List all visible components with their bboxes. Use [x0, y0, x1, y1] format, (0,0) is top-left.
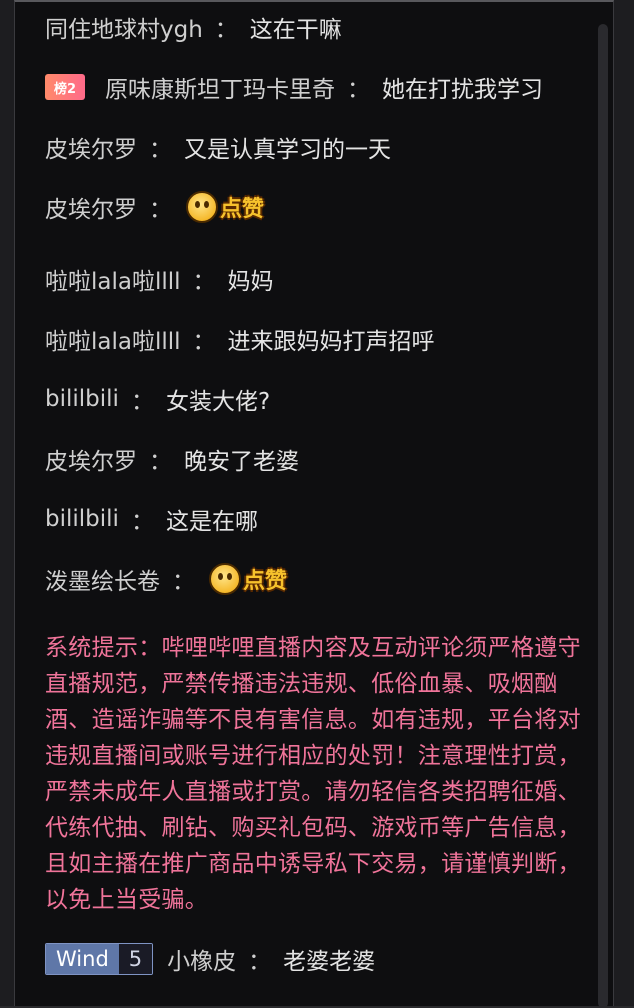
chat-username[interactable]: 小橡皮	[167, 942, 236, 976]
chat-username[interactable]: bililbili	[45, 506, 119, 532]
chat-text: 妈妈	[227, 269, 274, 295]
chat-username[interactable]: bililbili	[45, 386, 119, 412]
like-emoji-sticker: 点赞	[209, 563, 287, 595]
system-notice: 系统提示：哔哩哔哩直播内容及互动评论须严格遵守直播规范，严禁传播违法违规、低俗血…	[45, 635, 581, 913]
chat-text: 进来跟妈妈打声招呼	[227, 329, 435, 355]
background-left	[0, 0, 14, 1006]
chat-username[interactable]: 啦啦lala啦llll	[45, 262, 181, 296]
chat-message: 泼墨绘长卷 ： 点赞	[45, 562, 287, 596]
chat-message: 榜2 原味康斯坦丁玛卡里奇 ： 她在打扰我学习	[45, 70, 543, 104]
chat-username[interactable]: 啦啦lala啦llll	[45, 322, 181, 356]
chat-message: 皮埃尔罗 ： 晚安了老婆	[45, 442, 299, 476]
chat-message: 啦啦lala啦llll ： 进来跟妈妈打声招呼	[45, 322, 435, 356]
like-emoji-sticker: 点赞	[186, 191, 264, 223]
chat-separator: ：	[248, 949, 272, 975]
chat-separator: ：	[347, 77, 370, 103]
fan-medal-name: Wind	[46, 944, 119, 974]
chat-message: 同住地球村ygh ： 这在干嘛	[45, 10, 342, 44]
emoji-label: 点赞	[243, 569, 288, 594]
chat-text: 老婆老婆	[283, 949, 376, 975]
chat-separator: ：	[192, 269, 216, 295]
chat-text: 又是认真学习的一天	[184, 137, 391, 163]
chat-separator: ：	[214, 17, 238, 43]
chat-scrollbar[interactable]	[598, 24, 608, 1008]
rank-badge: 榜2	[45, 74, 85, 100]
chat-separator: ：	[130, 389, 154, 415]
chat-username[interactable]: 皮埃尔罗	[45, 190, 137, 224]
background-right	[614, 0, 634, 1006]
shocked-face-icon	[209, 563, 241, 595]
danmaku-chat-panel: 同住地球村ygh ： 这在干嘛 榜2 原味康斯坦丁玛卡里奇 ： 她在打扰我学习 …	[14, 0, 614, 1008]
chat-message: 皮埃尔罗 ： 点赞	[45, 190, 264, 224]
chat-text: 晚安了老婆	[184, 449, 299, 475]
chat-text: 这在干嘛	[249, 17, 342, 43]
shocked-face-icon	[186, 191, 218, 223]
chat-message: 皮埃尔罗 ： 又是认真学习的一天	[45, 130, 391, 164]
fan-medal-badge[interactable]: Wind 5	[45, 943, 154, 975]
chat-separator: ：	[149, 197, 172, 223]
chat-separator: ：	[130, 509, 154, 535]
chat-text: 她在打扰我学习	[382, 77, 543, 103]
chat-text: 这是在哪	[165, 509, 258, 535]
chat-separator: ：	[172, 569, 195, 595]
chat-message: bililbili ： 女装大佬?	[45, 382, 270, 416]
chat-message: bililbili ： 这是在哪	[45, 502, 258, 536]
fan-medal-level: 5	[118, 944, 153, 974]
chat-username[interactable]: 皮埃尔罗	[45, 442, 137, 476]
chat-username[interactable]: 泼墨绘长卷	[45, 562, 160, 596]
chat-separator: ：	[149, 449, 172, 475]
chat-separator: ：	[192, 329, 216, 355]
chat-username[interactable]: 同住地球村ygh	[45, 10, 203, 44]
chat-text: 女装大佬?	[165, 389, 271, 415]
chat-username[interactable]: 原味康斯坦丁玛卡里奇	[105, 70, 335, 104]
chat-username[interactable]: 皮埃尔罗	[45, 130, 137, 164]
chat-message: Wind 5 小橡皮 ： 老婆老婆	[45, 942, 375, 976]
emoji-label: 点赞	[220, 197, 265, 222]
chat-message: 啦啦lala啦llll ： 妈妈	[45, 262, 274, 296]
chat-separator: ：	[149, 137, 172, 163]
